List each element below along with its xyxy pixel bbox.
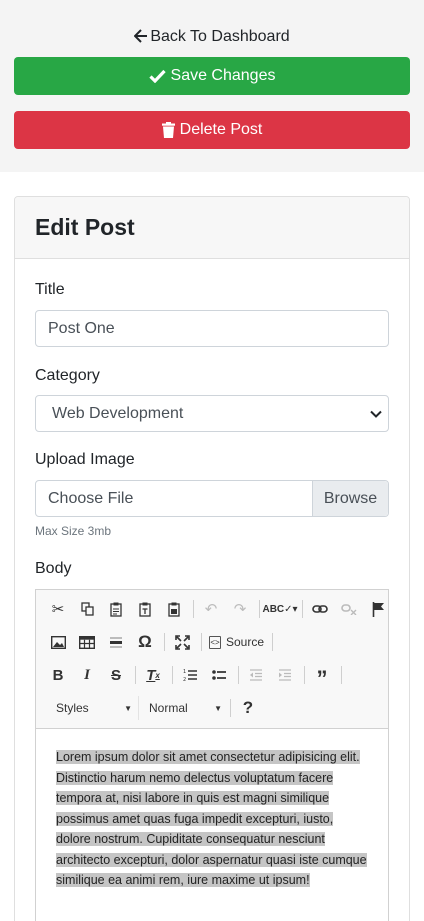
rich-text-editor[interactable]: ✂ ↶ ↷ ABC✓▾ Ω <> Source B I S T x 1 2 ” … [35, 589, 389, 921]
help-icon[interactable]: ? [236, 696, 260, 720]
body-label: Body [35, 560, 72, 577]
trash-icon [161, 122, 175, 138]
image-icon[interactable] [46, 630, 70, 654]
paste-icon[interactable] [104, 597, 128, 621]
link-icon[interactable] [308, 597, 332, 621]
category-label: Category [35, 367, 100, 384]
toolbar-separator [272, 633, 274, 651]
format-dropdown[interactable]: Normal ▼ [138, 696, 222, 720]
styles-dropdown[interactable]: Styles ▼ [46, 696, 132, 720]
undo-icon[interactable]: ↶ [199, 597, 223, 621]
title-input-value: Post One [48, 319, 115, 337]
back-link-label: Back To Dashboard [150, 28, 290, 45]
category-select-value: Web Development [52, 404, 184, 422]
title-input[interactable]: Post One [35, 310, 389, 347]
toolbar-separator [193, 600, 194, 618]
top-actions-area: Back To Dashboard Save Changes Delete Po… [0, 0, 424, 172]
browse-button[interactable]: Browse [312, 481, 388, 516]
toolbar-separator [341, 666, 342, 684]
dropdown-arrow-icon: ▼ [124, 703, 132, 713]
toolbar-separator [135, 666, 136, 684]
file-input[interactable]: Choose File Browse [35, 480, 389, 517]
arrow-left-icon [133, 29, 148, 48]
source-icon: <> [209, 635, 221, 649]
remove-format-icon[interactable]: Tx [141, 663, 165, 687]
spellcheck-icon[interactable]: ABC✓▾ [262, 597, 297, 621]
blockquote-icon[interactable]: ” [310, 663, 334, 691]
chevron-down-icon [370, 410, 382, 418]
editor-content-area[interactable]: Lorem ipsum dolor sit amet consectetur a… [36, 729, 388, 891]
strikethrough-icon[interactable]: S [104, 663, 128, 687]
horizontal-line-icon[interactable] [104, 630, 128, 654]
category-select[interactable]: Web Development [35, 395, 389, 432]
special-character-icon[interactable]: Ω [133, 630, 157, 654]
paste-text-icon[interactable] [133, 597, 157, 621]
italic-icon[interactable]: I [75, 663, 99, 687]
toolbar-separator [302, 600, 303, 618]
toolbar-separator [172, 666, 173, 684]
title-label: Title [35, 281, 65, 298]
copy-icon[interactable] [75, 597, 99, 621]
bold-icon[interactable]: B [46, 663, 70, 687]
source-label: Source [226, 635, 265, 649]
check-icon [148, 69, 166, 83]
styles-dropdown-label: Styles [56, 701, 89, 715]
delete-post-button[interactable]: Delete Post [14, 111, 410, 149]
toolbar-separator [259, 600, 260, 618]
file-input-placeholder: Choose File [48, 489, 134, 507]
toolbar-row-clipboard: ✂ ↶ ↷ ABC✓▾ [46, 597, 395, 621]
unlink-icon[interactable] [337, 597, 361, 621]
decrease-indent-icon[interactable] [244, 663, 268, 687]
svg-text:2: 2 [183, 677, 186, 682]
format-dropdown-label: Normal [149, 701, 188, 715]
toolbar-row-format: B I S Tx 12 ” [46, 663, 347, 691]
toolbar-row-styles: Styles ▼ Normal ▼ ? [46, 696, 265, 720]
svg-text:1: 1 [183, 669, 186, 675]
card-title: Edit Post [15, 197, 409, 259]
save-changes-button[interactable]: Save Changes [14, 57, 410, 95]
increase-indent-icon[interactable] [273, 663, 297, 687]
save-button-label: Save Changes [170, 67, 276, 84]
toolbar-separator [201, 633, 202, 651]
back-to-dashboard-link[interactable]: Back To Dashboard [0, 28, 424, 48]
dropdown-arrow-icon: ▼ [214, 703, 222, 713]
redo-icon[interactable]: ↷ [228, 597, 252, 621]
image-size-hint: Max Size 3mb [35, 524, 112, 538]
paste-from-word-icon[interactable] [162, 597, 186, 621]
source-button[interactable]: <> Source [209, 635, 264, 649]
cut-icon[interactable]: ✂ [46, 597, 70, 621]
toolbar-separator [164, 633, 165, 651]
anchor-flag-icon[interactable] [366, 597, 390, 621]
editor-toolbar: ✂ ↶ ↷ ABC✓▾ Ω <> Source B I S T x 1 2 ” … [36, 590, 388, 729]
toolbar-separator [238, 666, 239, 684]
editor-body-text: Lorem ipsum dolor sit amet consectetur a… [56, 750, 367, 887]
delete-button-label: Delete Post [179, 121, 263, 138]
toolbar-separator [230, 699, 231, 717]
maximize-icon[interactable] [170, 630, 194, 654]
bulleted-list-icon[interactable] [207, 663, 231, 687]
table-icon[interactable] [75, 630, 99, 654]
toolbar-separator [304, 666, 305, 684]
upload-image-label: Upload Image [35, 451, 135, 468]
toolbar-row-insert: Ω <> Source [46, 630, 278, 654]
numbered-list-icon[interactable]: 12 [178, 663, 202, 687]
